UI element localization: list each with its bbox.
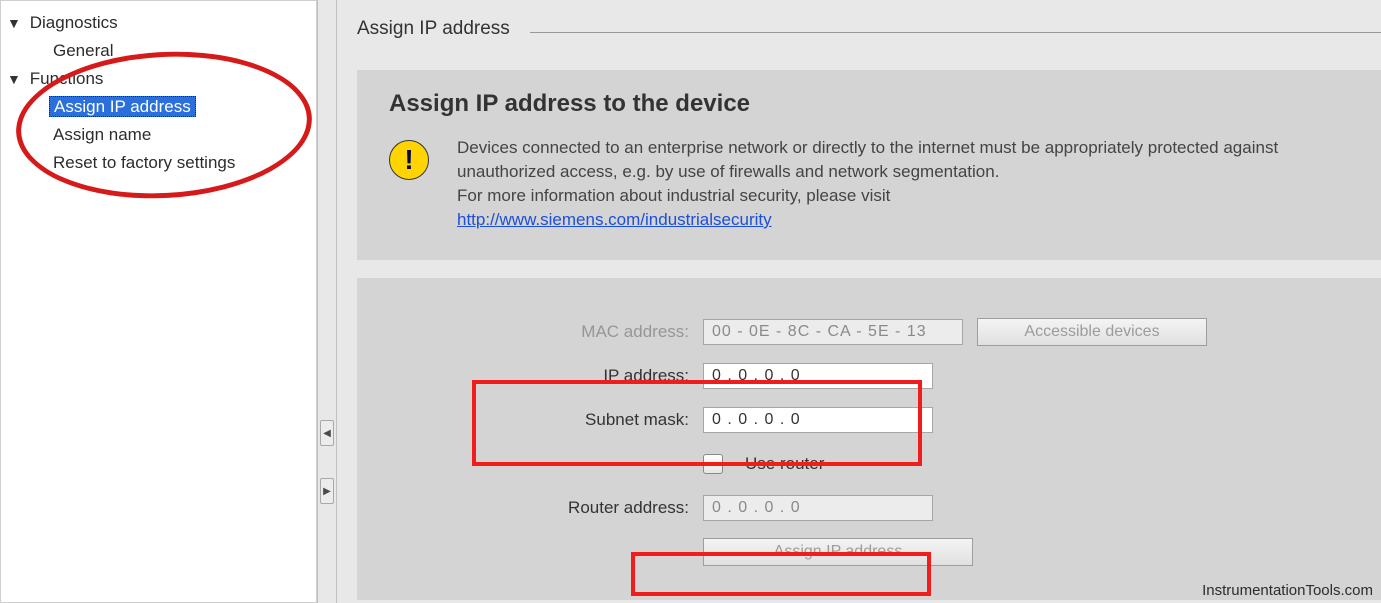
- tree-label[interactable]: Assign IP address: [49, 96, 196, 117]
- tree-node-factory-reset[interactable]: Reset to factory settings: [49, 149, 312, 177]
- router-address-label: Router address:: [389, 498, 689, 518]
- info-link[interactable]: http://www.siemens.com/industrialsecurit…: [457, 210, 772, 229]
- tree-toggle-icon[interactable]: ▼: [7, 9, 21, 37]
- accessible-devices-button[interactable]: Accessible devices: [977, 318, 1207, 346]
- tree-label[interactable]: Functions: [26, 69, 108, 88]
- tree-node-diagnostics[interactable]: ▼ Diagnostics General: [7, 9, 312, 65]
- info-panel: Assign IP address to the device ! Device…: [357, 70, 1381, 260]
- ip-address-label: IP address:: [389, 366, 689, 386]
- info-heading: Assign IP address to the device: [389, 90, 1355, 118]
- subnet-mask-input[interactable]: 0 . 0 . 0 . 0: [703, 407, 933, 433]
- form-panel: MAC address: 00 - 0E - 8C - CA - 5E - 13…: [357, 278, 1381, 600]
- splitter-handle-right-icon[interactable]: ▶: [320, 478, 334, 504]
- tree-node-assign-ip[interactable]: Assign IP address: [49, 93, 312, 121]
- mac-address-label: MAC address:: [389, 322, 689, 342]
- info-text-line: For more information about industrial se…: [457, 186, 890, 205]
- subnet-mask-label: Subnet mask:: [389, 410, 689, 430]
- page-title: Assign IP address: [357, 18, 510, 40]
- assign-ip-button[interactable]: Assign IP address: [703, 538, 973, 566]
- warning-icon: !: [389, 140, 429, 180]
- tree-label[interactable]: Diagnostics: [26, 13, 122, 32]
- tree-label[interactable]: General: [49, 41, 117, 60]
- tree-label[interactable]: Reset to factory settings: [49, 153, 239, 172]
- content-pane: Assign IP address Assign IP address to t…: [337, 0, 1381, 603]
- mac-address-field: 00 - 0E - 8C - CA - 5E - 13: [703, 319, 963, 345]
- title-separator: [530, 32, 1381, 33]
- nav-tree: ▼ Diagnostics General ▼ Functions Assign…: [0, 0, 317, 603]
- info-text: Devices connected to an enterprise netwo…: [457, 136, 1355, 232]
- tree-node-general[interactable]: General: [49, 37, 312, 65]
- splitter-handle-left-icon[interactable]: ◀: [320, 420, 334, 446]
- router-address-input[interactable]: 0 . 0 . 0 . 0: [703, 495, 933, 521]
- watermark: InstrumentationTools.com: [1202, 582, 1373, 599]
- info-text-line: Devices connected to an enterprise netwo…: [457, 138, 1278, 181]
- ip-address-input[interactable]: 0 . 0 . 0 . 0: [703, 363, 933, 389]
- tree-label[interactable]: Assign name: [49, 125, 155, 144]
- tree-node-assign-name[interactable]: Assign name: [49, 121, 312, 149]
- tree-node-functions[interactable]: ▼ Functions Assign IP address Assign nam…: [7, 65, 312, 177]
- use-router-checkbox[interactable]: [703, 454, 723, 474]
- tree-toggle-icon[interactable]: ▼: [7, 65, 21, 93]
- use-router-label: Use router: [745, 454, 824, 474]
- splitter[interactable]: ◀ ▶: [317, 0, 337, 603]
